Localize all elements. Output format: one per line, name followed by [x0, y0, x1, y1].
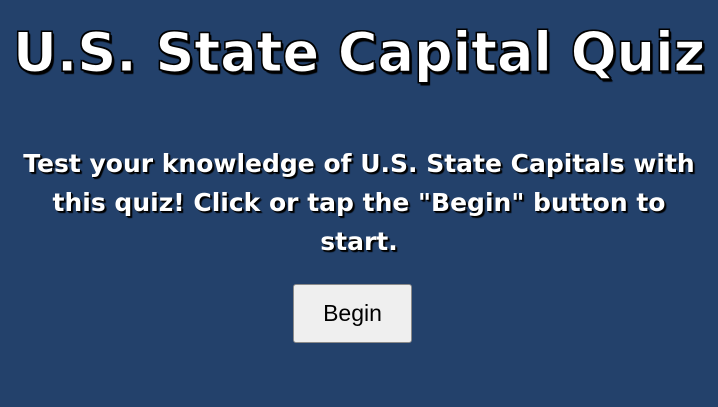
page-title: U.S. State Capital Quiz: [12, 21, 706, 85]
begin-button[interactable]: Begin: [293, 284, 412, 343]
intro-text: Test your knowledge of U.S. State Capita…: [23, 149, 695, 256]
quiz-start-screen: U.S. State Capital Quiz Test your knowle…: [0, 0, 718, 407]
